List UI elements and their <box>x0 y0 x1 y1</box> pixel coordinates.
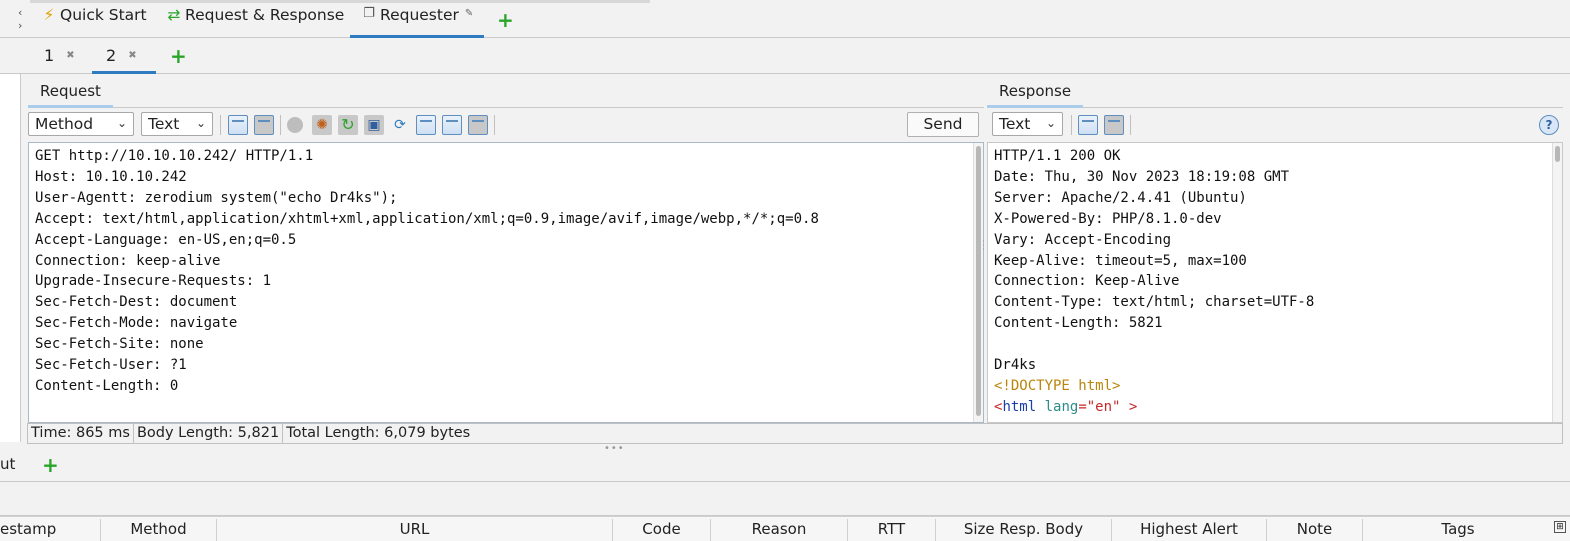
view-select-value: Text <box>999 115 1031 133</box>
follow-redirect-icon[interactable]: ↻ <box>338 115 358 135</box>
refresh-icon[interactable]: ⟳ <box>390 115 410 135</box>
window-split-icon[interactable] <box>442 115 462 135</box>
circle-icon[interactable] <box>287 117 303 133</box>
lightning-icon: ⚡ <box>43 6 55 24</box>
tab-scroll-arrows[interactable]: ‹ › <box>18 6 28 32</box>
response-text[interactable]: HTTP/1.1 200 OK Date: Thu, 30 Nov 2023 1… <box>988 143 1562 421</box>
response-editor[interactable]: HTTP/1.1 200 OK Date: Thu, 30 Nov 2023 1… <box>987 142 1563 423</box>
html-close-bracket: > <box>1120 398 1138 415</box>
column-header-tags[interactable]: Tags <box>1363 519 1553 541</box>
scrollbar-thumb[interactable] <box>1555 146 1560 162</box>
toolbar-separator <box>280 115 281 135</box>
view-select-value: Text <box>148 115 180 133</box>
send-button[interactable]: Send <box>907 112 979 137</box>
help-icon[interactable]: ? <box>1539 115 1559 135</box>
chevron-down-icon: ⌄ <box>116 116 127 130</box>
html-tag-name: html <box>1002 398 1037 415</box>
response-panel-header: Response <box>987 76 1563 108</box>
toolbar-separator <box>1130 115 1131 135</box>
tab-quick-start[interactable]: ⚡ Quick Start <box>40 6 147 38</box>
toolbar-separator <box>220 115 221 135</box>
response-toolbar: Text ⌄ ? <box>987 110 1563 140</box>
add-tab-icon[interactable]: + <box>497 10 514 30</box>
response-view-select[interactable]: Text ⌄ <box>992 112 1063 136</box>
tab-requester[interactable]: ❐ Requester ✎ <box>350 6 484 38</box>
arrows-exchange-icon: ⇄ <box>167 6 181 24</box>
response-scrollbar[interactable] <box>1552 143 1562 422</box>
column-header-reason[interactable]: Reason <box>711 519 848 541</box>
toolbar-separator <box>1071 115 1072 135</box>
tab-label: 2 <box>106 46 117 65</box>
request-panel-header: Request <box>28 76 984 108</box>
chevron-down-icon: ⌄ <box>195 116 206 130</box>
html-attr-equals: = <box>1078 398 1087 415</box>
status-body-length: Body Length: 5,821 <box>134 424 284 443</box>
requester-tab-2[interactable]: 2 ✖ <box>92 46 156 74</box>
bottom-toolbar-area <box>0 482 1570 516</box>
status-bar: Time: 865 ms Body Length: 5,821 Total Le… <box>27 423 1563 444</box>
split-horizontal-icon[interactable] <box>228 115 248 135</box>
method-select-value: Method <box>35 115 94 133</box>
column-header-highest-alert[interactable]: Highest Alert <box>1112 519 1267 541</box>
window-icon[interactable] <box>416 115 436 135</box>
column-header-method[interactable]: Method <box>101 519 217 541</box>
close-icon[interactable]: ✖ <box>66 50 74 74</box>
tab-label: 1 <box>44 46 55 65</box>
frame-icon[interactable]: ▣ <box>364 115 384 135</box>
column-header-code[interactable]: Code <box>613 519 711 541</box>
response-doctype: <!DOCTYPE html> <box>994 377 1121 394</box>
tab-label: Request & Response <box>185 6 345 24</box>
requester-tab-1[interactable]: 1 ✖ <box>36 46 83 74</box>
cookie-icon[interactable]: ✺ <box>312 115 332 135</box>
request-editor[interactable]: GET http://10.10.10.242/ HTTP/1.1 Host: … <box>28 142 984 423</box>
column-header-url[interactable]: URL <box>217 519 613 541</box>
history-table-header: estamp Method URL Code Reason RTT Size R… <box>0 516 1570 541</box>
toolbar-separator <box>494 115 495 135</box>
split-drag-handle[interactable]: · · · <box>982 238 985 255</box>
split-vertical-icon[interactable] <box>254 115 274 135</box>
html-attr-value: "en" <box>1086 398 1121 415</box>
close-icon[interactable]: ✖ <box>128 50 136 71</box>
add-requester-tab-icon[interactable]: + <box>170 46 187 66</box>
add-bottom-tab-icon[interactable]: + <box>42 455 59 475</box>
split-horizontal-icon[interactable] <box>1078 115 1098 135</box>
bottom-tab-output[interactable]: ut <box>0 455 15 473</box>
main-tab-bar: ‹ › ⚡ Quick Start ⇄ Request & Response ❐ … <box>0 0 1570 38</box>
column-header-note[interactable]: Note <box>1267 519 1363 541</box>
top-edge-line <box>30 0 650 3</box>
request-toolbar: Method ⌄ Text ⌄ ✺ ↻ ▣ ⟳ Send <box>28 110 984 140</box>
request-view-select[interactable]: Text ⌄ <box>141 112 213 136</box>
requester-tab-bar: 1 ✖ 2 ✖ + <box>0 38 1570 74</box>
status-total-length: Total Length: 6,079 bytes <box>286 425 471 441</box>
windows-icon: ❐ <box>363 6 375 21</box>
left-collapsed-panel <box>0 74 21 442</box>
tab-request-response[interactable]: ⇄ Request & Response <box>165 6 345 38</box>
pin-icon[interactable]: ✎ <box>465 8 473 19</box>
method-select[interactable]: Method ⌄ <box>28 112 134 136</box>
scrollbar-thumb[interactable] <box>976 146 981 416</box>
request-title[interactable]: Request <box>28 80 113 108</box>
column-header-rtt[interactable]: RTT <box>848 519 936 541</box>
column-chooser-icon[interactable]: ⊞ <box>1554 521 1566 533</box>
chevron-down-icon: ⌄ <box>1045 116 1056 130</box>
split-vertical-icon[interactable] <box>1104 115 1124 135</box>
window-tabs-icon[interactable] <box>468 115 488 135</box>
column-header-size-resp-body[interactable]: Size Resp. Body <box>936 519 1112 541</box>
column-header-timestamp[interactable]: estamp <box>0 519 101 541</box>
tab-label: Quick Start <box>60 6 147 24</box>
status-time: Time: 865 ms <box>28 424 134 443</box>
response-title[interactable]: Response <box>987 80 1084 108</box>
request-text[interactable]: GET http://10.10.10.242/ HTTP/1.1 Host: … <box>29 143 983 400</box>
response-headers: HTTP/1.1 200 OK Date: Thu, 30 Nov 2023 1… <box>994 148 1315 374</box>
request-scrollbar[interactable] <box>973 143 983 422</box>
html-attr-name: lang <box>1044 398 1079 415</box>
bottom-tab-bar: ut + <box>0 448 1570 482</box>
tab-label: Requester <box>380 6 459 24</box>
